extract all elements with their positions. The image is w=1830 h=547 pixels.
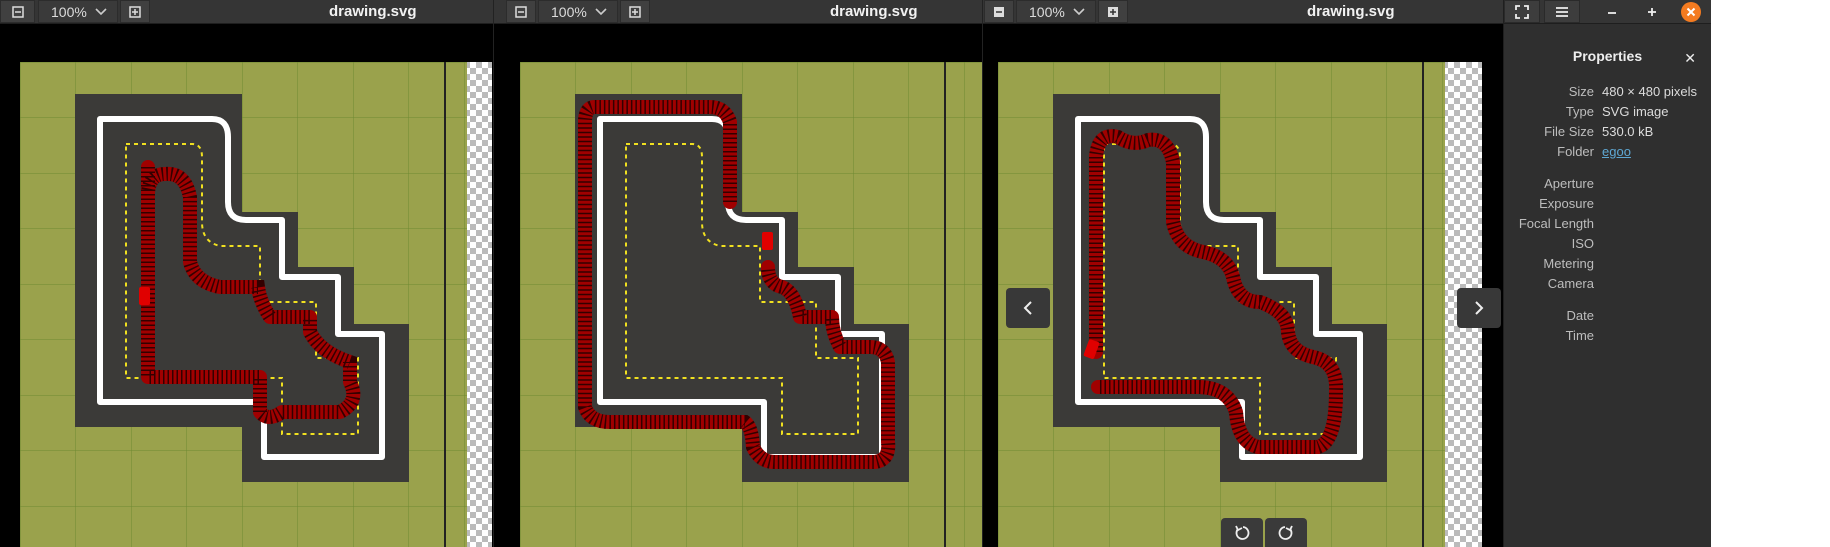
property-row: File Size 530.0 kB	[1544, 124, 1654, 139]
next-image-button[interactable]	[1457, 288, 1501, 328]
chevron-down-icon	[1073, 8, 1085, 16]
rotate-right-icon	[1278, 525, 1293, 540]
zoom-value: 100%	[551, 3, 587, 20]
minus-icon	[11, 5, 24, 18]
menu-button[interactable]	[1544, 0, 1580, 23]
fullscreen-button[interactable]	[1504, 0, 1540, 23]
window-title: drawing.svg	[329, 3, 417, 20]
property-row: Folder egoo	[1557, 144, 1631, 159]
snake-head	[762, 232, 773, 250]
image-canvas	[520, 62, 982, 547]
image-canvas	[998, 62, 1482, 547]
rotate-left-icon	[1235, 525, 1250, 540]
maximize-button[interactable]	[1637, 0, 1667, 23]
zoom-select[interactable]: 100%	[538, 0, 618, 23]
zoom-out-button[interactable]	[506, 0, 536, 23]
snake-head	[139, 287, 150, 305]
rotate-left-button[interactable]	[1221, 518, 1263, 547]
close-panel-button[interactable]: ✕	[1684, 50, 1696, 67]
track-image	[520, 62, 982, 547]
plus-icon	[629, 5, 641, 18]
zoom-in-button[interactable]	[120, 0, 150, 23]
properties-panel: Properties ✕ Size 480 × 480 pixels Type SV…	[1503, 0, 1711, 547]
rotate-right-button[interactable]	[1265, 518, 1307, 547]
minus-icon	[515, 5, 527, 18]
zoom-value: 100%	[1029, 3, 1065, 20]
close-icon: ✕	[1684, 50, 1696, 66]
zoom-in-button[interactable]	[620, 0, 650, 23]
maximize-icon	[1648, 7, 1656, 16]
viewer-window-3: 100% drawing.svg	[982, 0, 1504, 547]
property-row: Camera	[1547, 276, 1594, 291]
minus-icon	[994, 6, 1004, 17]
zoom-in-button[interactable]	[1098, 0, 1128, 23]
folder-link[interactable]: egoo	[1602, 144, 1631, 159]
zoom-select[interactable]: 100%	[38, 0, 118, 23]
window-title: drawing.svg	[1307, 3, 1395, 20]
image-canvas	[20, 62, 492, 547]
zoom-out-button[interactable]	[0, 0, 35, 23]
panel-heading: Properties	[1572, 48, 1643, 64]
chevron-right-icon	[1475, 301, 1484, 315]
property-row: Size 480 × 480 pixels	[1568, 84, 1698, 99]
zoom-value: 100%	[51, 3, 87, 20]
close-icon	[1681, 1, 1701, 22]
header-bar: 100% drawing.svg	[0, 0, 493, 24]
zoom-select[interactable]: 100%	[1016, 0, 1096, 23]
previous-image-button[interactable]	[1006, 288, 1050, 328]
viewer-window-2: 100% drawing.svg	[493, 0, 982, 547]
track-image	[20, 62, 492, 547]
property-row: Time	[1565, 328, 1594, 343]
window-title: drawing.svg	[830, 3, 918, 20]
fullscreen-icon	[1515, 4, 1529, 19]
property-row: Metering	[1543, 256, 1594, 271]
property-row: Aperture	[1544, 176, 1594, 191]
chevron-left-icon	[1023, 301, 1032, 315]
menu-icon	[1556, 6, 1568, 17]
plus-icon	[1108, 6, 1118, 17]
track-image	[998, 62, 1482, 547]
property-row: Exposure	[1539, 196, 1594, 211]
property-row: Focal Length	[1518, 216, 1594, 231]
chevron-down-icon	[595, 8, 607, 16]
chevron-down-icon	[95, 8, 107, 16]
header-bar: 100% drawing.svg	[494, 0, 982, 24]
property-row: ISO	[1571, 236, 1594, 251]
minimize-icon	[1608, 11, 1616, 14]
property-row: Type SVG image	[1565, 104, 1669, 119]
zoom-out-button[interactable]	[984, 0, 1014, 23]
close-window-button[interactable]	[1676, 0, 1706, 23]
plus-icon	[129, 5, 141, 18]
viewer-window-1: 100% drawing.svg	[0, 0, 493, 547]
header-bar: 100% drawing.svg	[983, 0, 1504, 24]
minimize-button[interactable]	[1597, 0, 1627, 23]
property-row: Date	[1566, 308, 1594, 323]
